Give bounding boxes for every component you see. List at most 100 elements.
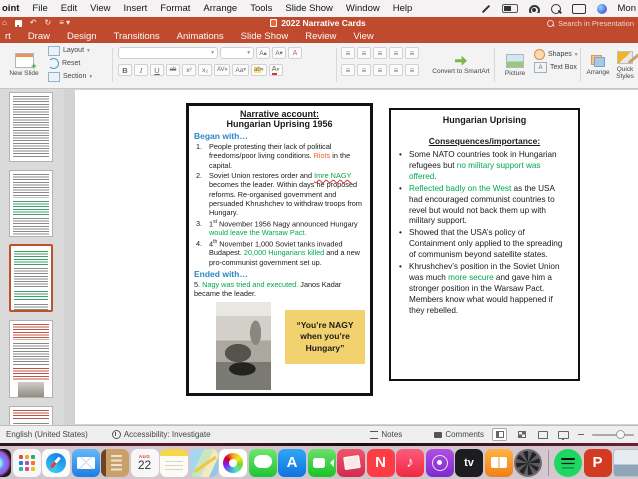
display-icon[interactable] xyxy=(571,3,586,14)
font-size-select[interactable]: ▾ xyxy=(220,47,254,59)
reset-button[interactable]: Reset xyxy=(48,58,92,69)
redo-icon[interactable]: ↻ xyxy=(45,19,52,27)
layout-button[interactable]: Layout ▾ xyxy=(48,45,92,56)
music-dock-icon[interactable] xyxy=(396,448,424,477)
normal-view-button[interactable] xyxy=(492,428,507,441)
minimized-window-dock-icon[interactable] xyxy=(613,448,638,477)
ribbon-tab[interactable]: rt xyxy=(5,31,11,42)
wifi-icon[interactable] xyxy=(528,4,540,13)
messages-dock-icon[interactable] xyxy=(248,448,277,477)
italic-button[interactable] xyxy=(134,64,148,76)
menu-item[interactable]: Help xyxy=(393,3,413,14)
grow-font-button[interactable] xyxy=(256,47,270,59)
shrink-font-button[interactable] xyxy=(272,47,286,59)
photo-booth-dock-icon[interactable] xyxy=(337,448,365,477)
convert-smartart-button[interactable]: Convert to SmartArt xyxy=(432,43,490,88)
tv-dock-icon[interactable] xyxy=(455,448,483,477)
slide-thumbnail-1[interactable] xyxy=(9,92,53,162)
mail-dock-icon[interactable] xyxy=(71,448,100,477)
language-status[interactable]: English (United States) xyxy=(6,430,88,439)
superscript-button[interactable] xyxy=(182,64,196,76)
pencil-icon[interactable] xyxy=(481,4,490,13)
app-menu-powerpoint[interactable]: oint xyxy=(2,3,19,14)
zoom-slider[interactable] xyxy=(592,429,634,439)
narrative-card[interactable]: Narrative account: Hungarian Uprising 19… xyxy=(186,103,373,396)
menu-item[interactable]: Window xyxy=(346,3,380,14)
app-store-dock-icon[interactable] xyxy=(278,448,306,477)
menu-item[interactable]: Tools xyxy=(250,3,272,14)
menu-item[interactable]: Format xyxy=(160,3,190,14)
ribbon-tab[interactable]: Design xyxy=(67,31,97,42)
slide-thumbnail-3-selected[interactable] xyxy=(9,244,53,312)
subscript-button[interactable] xyxy=(198,64,212,76)
menu-item[interactable]: Arrange xyxy=(203,3,237,14)
quick-styles-button[interactable]: Quick Styles xyxy=(612,43,638,88)
bullets-button[interactable] xyxy=(341,47,355,59)
line-spacing-button[interactable] xyxy=(405,47,419,59)
zoom-out-button[interactable] xyxy=(578,433,584,436)
podcasts-dock-icon[interactable] xyxy=(425,448,454,477)
search-in-presentation[interactable]: Search in Presentation xyxy=(484,19,638,28)
align-right-button[interactable] xyxy=(373,64,387,76)
character-spacing-button[interactable]: ▾ xyxy=(214,64,231,76)
facetime-dock-icon[interactable] xyxy=(307,448,336,477)
ribbon-tab[interactable]: Draw xyxy=(28,31,50,42)
slide-thumbnail-4[interactable] xyxy=(9,320,53,398)
books-dock-icon[interactable] xyxy=(484,448,513,477)
slide-sorter-button[interactable] xyxy=(515,429,528,440)
menu-item[interactable]: Edit xyxy=(61,3,77,14)
ribbon-tab[interactable]: Review xyxy=(305,31,336,42)
slide-thumbnail-2[interactable] xyxy=(9,170,53,237)
bold-button[interactable] xyxy=(118,64,132,76)
budapest-tank-photo[interactable] xyxy=(216,301,272,390)
ribbon-tab[interactable]: View xyxy=(353,31,373,42)
text-highlight-button[interactable]: ▾ xyxy=(251,64,267,76)
news-dock-icon[interactable] xyxy=(366,448,395,477)
indent-decrease-button[interactable] xyxy=(373,47,387,59)
accessibility-status[interactable]: Accessibility: Investigate xyxy=(111,430,211,439)
arrange-button[interactable]: Arrange xyxy=(583,43,613,88)
consequences-card[interactable]: Hungarian Uprising Consequences/importan… xyxy=(389,108,580,381)
powerpoint-dock-icon[interactable] xyxy=(583,448,612,477)
change-case-button[interactable]: ▾ xyxy=(232,64,250,76)
align-left-button[interactable] xyxy=(341,64,355,76)
menubar-clock[interactable]: Mon xyxy=(618,3,636,14)
notes-dock-icon[interactable] xyxy=(160,448,188,477)
zoom-slider-knob[interactable] xyxy=(616,429,625,439)
menu-item[interactable]: Slide Show xyxy=(285,3,333,14)
menu-item[interactable]: Insert xyxy=(124,3,148,14)
slide-canvas[interactable]: Narrative account: Hungarian Uprising 19… xyxy=(75,90,638,424)
customize-toolbar-icon[interactable]: ≡ ▾ xyxy=(59,19,70,27)
home-icon[interactable]: ⌂ xyxy=(2,19,7,27)
search-icon[interactable] xyxy=(550,3,561,14)
safari-dock-icon[interactable] xyxy=(42,448,70,477)
undo-icon[interactable]: ↶ xyxy=(30,19,37,27)
ribbon-tab[interactable]: Slide Show xyxy=(241,31,289,42)
ribbon-tab[interactable]: Transitions xyxy=(114,31,160,42)
section-button[interactable]: Section ▾ xyxy=(48,71,92,82)
comments-toggle[interactable]: Comments xyxy=(434,430,484,439)
shapes-button[interactable]: Shapes ▾ xyxy=(534,49,578,60)
notes-toggle[interactable]: Notes xyxy=(370,430,402,439)
siri-icon[interactable] xyxy=(596,3,607,14)
contacts-dock-icon[interactable] xyxy=(101,448,129,477)
columns-button[interactable] xyxy=(405,64,419,76)
siri-dock-icon[interactable] xyxy=(0,448,11,477)
save-icon[interactable] xyxy=(14,19,22,27)
textbox-button[interactable]: A Text Box xyxy=(534,62,578,73)
clear-formatting-button[interactable] xyxy=(288,47,302,59)
ribbon-tab[interactable]: Animations xyxy=(177,31,224,42)
spotify-dock-icon[interactable] xyxy=(554,448,582,477)
shutter-app-dock-icon[interactable] xyxy=(514,448,542,477)
font-family-select[interactable]: ▾ xyxy=(118,47,218,59)
reading-view-button[interactable] xyxy=(536,429,549,440)
align-center-button[interactable] xyxy=(357,64,371,76)
slide-thumbnail-panel[interactable] xyxy=(0,89,64,436)
maps-dock-icon[interactable] xyxy=(189,448,218,477)
photos-dock-icon[interactable] xyxy=(219,448,247,477)
indent-increase-button[interactable] xyxy=(389,47,403,59)
new-slide-button[interactable]: New Slide xyxy=(2,43,46,88)
pun-note[interactable]: “You’re NAGY when you’re Hungary” xyxy=(285,309,365,364)
underline-button[interactable] xyxy=(150,64,164,76)
picture-button[interactable]: Picture xyxy=(498,43,532,88)
